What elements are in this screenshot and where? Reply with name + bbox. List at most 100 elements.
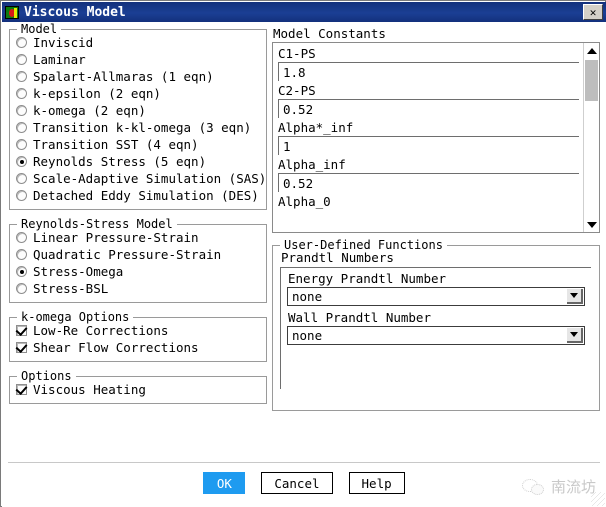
- radio-linear-pressure-strain[interactable]: Linear Pressure-Strain: [16, 229, 260, 246]
- radio-label: Stress-BSL: [33, 281, 109, 296]
- scroll-down-icon[interactable]: [584, 218, 599, 231]
- model-group: Model Inviscid Laminar Spalart-Allmaras …: [9, 22, 267, 210]
- model-constants-inner: C1-PS 1.8 C2-PS 0.52 Alpha*_inf 1 Alpha_…: [273, 43, 583, 232]
- constant-value-input-alpha-star-inf[interactable]: 1: [278, 136, 579, 155]
- radio-label: Inviscid: [33, 35, 94, 50]
- scroll-up-icon[interactable]: [584, 44, 599, 57]
- radio-icon-selected[interactable]: [16, 266, 27, 277]
- radio-detached-eddy-simulation[interactable]: Detached Eddy Simulation (DES): [16, 187, 260, 204]
- constant-name: Alpha_inf: [278, 157, 346, 172]
- radio-inviscid[interactable]: Inviscid: [16, 34, 260, 51]
- komega-options-group: k-omega Options Low-Re Corrections Shear…: [9, 310, 267, 362]
- radio-label: k-epsilon (2 eqn): [33, 86, 161, 101]
- wechat-logo-icon: [521, 478, 544, 495]
- checkbox-shear-flow-corrections[interactable]: Shear Flow Corrections: [16, 339, 260, 356]
- constant-value-input-alpha-inf[interactable]: 0.52: [278, 173, 579, 192]
- radio-label: Linear Pressure-Strain: [33, 230, 199, 245]
- constant-name-partial: Alpha_0: [278, 194, 331, 209]
- komega-group-legend: k-omega Options: [17, 310, 134, 324]
- prandtl-numbers-panel: Energy Prandtl Number none Wall Prandtl …: [280, 267, 591, 389]
- radio-reynolds-stress[interactable]: Reynolds Stress (5 eqn): [16, 153, 260, 170]
- energy-prandtl-number-select[interactable]: none: [287, 287, 585, 306]
- radio-label: Quadratic Pressure-Strain: [33, 247, 222, 262]
- close-icon[interactable]: ✕: [583, 4, 603, 20]
- model-constants-list: C1-PS 1.8 C2-PS 0.52 Alpha*_inf 1 Alpha_…: [272, 42, 600, 233]
- watermark-text: 南流坊: [550, 478, 596, 496]
- checkbox-low-re-corrections[interactable]: Low-Re Corrections: [16, 322, 260, 339]
- constant-value-input-c1-ps[interactable]: 1.8: [278, 62, 579, 81]
- radio-label: Reynolds Stress (5 eqn): [33, 154, 207, 169]
- radio-transition-k-kl-omega[interactable]: Transition k-kl-omega (3 eqn): [16, 119, 260, 136]
- wall-prandtl-number-select[interactable]: none: [287, 326, 585, 345]
- selected-value: none: [292, 328, 323, 343]
- radio-label: Stress-Omega: [33, 264, 124, 279]
- radio-stress-omega[interactable]: Stress-Omega: [16, 263, 260, 280]
- radio-k-omega[interactable]: k-omega (2 eqn): [16, 102, 260, 119]
- options-group: Options Viscous Heating: [9, 369, 267, 404]
- radio-icon[interactable]: [16, 122, 27, 133]
- radio-scale-adaptive-simulation[interactable]: Scale-Adaptive Simulation (SAS): [16, 170, 266, 187]
- radio-icon[interactable]: [16, 139, 27, 150]
- radio-quadratic-pressure-strain[interactable]: Quadratic Pressure-Strain: [16, 246, 260, 263]
- ok-button[interactable]: OK: [203, 472, 246, 494]
- constant-name: C1-PS: [278, 46, 316, 61]
- title-bar: Viscous Model ✕: [2, 2, 606, 22]
- viscous-model-dialog: Viscous Model ✕ Model Inviscid Laminar S…: [0, 0, 606, 507]
- button-bar: OK Cancel Help: [2, 472, 606, 494]
- user-defined-functions-group: User-Defined Functions Prandtl Numbers E…: [272, 238, 600, 411]
- scrollbar-thumb[interactable]: [585, 60, 598, 101]
- radio-icon[interactable]: [16, 37, 27, 48]
- radio-spalart-allmaras[interactable]: Spalart-Allmaras (1 eqn): [16, 68, 260, 85]
- radio-label: k-omega (2 eqn): [33, 103, 146, 118]
- checkbox-label: Low-Re Corrections: [33, 323, 169, 338]
- radio-label: Laminar: [33, 52, 86, 67]
- chevron-down-icon[interactable]: [567, 289, 583, 304]
- watermark: 南流坊: [521, 476, 596, 497]
- radio-icon[interactable]: [16, 54, 27, 65]
- constant-name: C2-PS: [278, 83, 316, 98]
- prandtl-numbers-label: Prandtl Numbers: [281, 250, 394, 265]
- wall-prandtl-number-label: Wall Prandtl Number: [288, 310, 431, 325]
- selected-value: none: [292, 289, 323, 304]
- radio-label: Spalart-Allmaras (1 eqn): [33, 69, 214, 84]
- radio-label: Scale-Adaptive Simulation (SAS): [33, 171, 267, 186]
- model-constants-scrollbar[interactable]: [583, 43, 599, 232]
- radio-icon[interactable]: [16, 71, 27, 82]
- constant-name: Alpha*_inf: [278, 120, 354, 135]
- radio-label: Detached Eddy Simulation (DES): [33, 188, 259, 203]
- left-column: Model Inviscid Laminar Spalart-Allmaras …: [9, 22, 267, 404]
- fluent-app-icon: [5, 5, 19, 19]
- checkbox-label: Shear Flow Corrections: [33, 340, 199, 355]
- radio-icon-selected[interactable]: [16, 156, 27, 167]
- radio-icon[interactable]: [16, 190, 27, 201]
- checkbox-icon-checked[interactable]: [16, 342, 27, 353]
- radio-icon[interactable]: [16, 105, 27, 116]
- cancel-button[interactable]: Cancel: [261, 472, 333, 494]
- chevron-down-icon[interactable]: [567, 328, 583, 343]
- model-group-legend: Model: [17, 22, 62, 36]
- energy-prandtl-number-label: Energy Prandtl Number: [288, 271, 447, 286]
- options-group-legend: Options: [17, 369, 76, 383]
- checkbox-icon-checked[interactable]: [16, 384, 27, 395]
- model-constants-label: Model Constants: [273, 26, 386, 41]
- resize-grip-icon[interactable]: [591, 492, 605, 506]
- footer-divider: [8, 462, 600, 463]
- radio-laminar[interactable]: Laminar: [16, 51, 260, 68]
- checkbox-label: Viscous Heating: [33, 382, 146, 397]
- reynolds-stress-model-group: Reynolds-Stress Model Linear Pressure-St…: [9, 217, 267, 303]
- rsm-group-legend: Reynolds-Stress Model: [17, 217, 177, 231]
- radio-stress-bsl[interactable]: Stress-BSL: [16, 280, 260, 297]
- radio-icon[interactable]: [16, 88, 27, 99]
- radio-k-epsilon[interactable]: k-epsilon (2 eqn): [16, 85, 260, 102]
- window-title: Viscous Model: [24, 4, 126, 20]
- udf-group-legend: User-Defined Functions: [280, 238, 447, 252]
- radio-icon[interactable]: [16, 173, 27, 184]
- help-button[interactable]: Help: [348, 472, 405, 494]
- radio-icon[interactable]: [16, 249, 27, 260]
- radio-icon[interactable]: [16, 283, 27, 294]
- radio-icon[interactable]: [16, 232, 27, 243]
- radio-transition-sst[interactable]: Transition SST (4 eqn): [16, 136, 260, 153]
- constant-value-input-c2-ps[interactable]: 0.52: [278, 99, 579, 118]
- checkbox-icon-checked[interactable]: [16, 325, 27, 336]
- checkbox-viscous-heating[interactable]: Viscous Heating: [16, 381, 260, 398]
